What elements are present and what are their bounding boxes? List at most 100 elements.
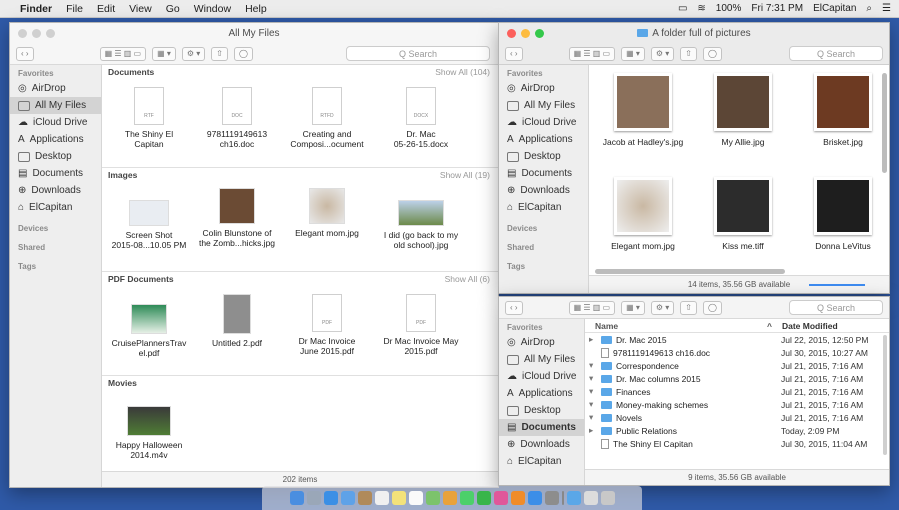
photo-item[interactable]: Brisket.jpg: [795, 73, 889, 147]
column-header-date-modified[interactable]: Date Modified: [782, 321, 838, 331]
back-forward-button[interactable]: ‹ ›: [505, 46, 523, 61]
zoom-button[interactable]: [46, 29, 55, 38]
disclosure-triangle-icon[interactable]: ▸: [589, 334, 597, 345]
menu-go[interactable]: Go: [166, 3, 180, 15]
column-header-name[interactable]: Name: [585, 321, 781, 331]
search-input[interactable]: Q Search: [346, 46, 490, 61]
itunes-icon[interactable]: [493, 491, 508, 505]
list-row[interactable]: ▾ Correspondence Jul 21, 2015, 7:16 AM: [585, 359, 889, 372]
menu-help[interactable]: Help: [245, 3, 267, 15]
vertical-scrollbar[interactable]: [883, 335, 887, 455]
sidebar-item-all-my-files[interactable]: All My Files: [499, 351, 584, 368]
menu-view[interactable]: View: [129, 3, 152, 15]
minimize-button[interactable]: [32, 29, 41, 38]
sidebar-item-elcapitan[interactable]: ⌂ ElCapitan: [499, 199, 588, 216]
trash-icon[interactable]: [600, 491, 615, 505]
sidebar-item-documents[interactable]: ▤ Documents: [10, 165, 101, 182]
action-button[interactable]: ⚙ ▾: [650, 46, 675, 61]
disclosure-triangle-icon[interactable]: ▾: [589, 412, 597, 423]
sidebar-item-all-my-files[interactable]: All My Files: [499, 97, 588, 114]
launchpad-icon[interactable]: [306, 491, 321, 505]
tags-button[interactable]: ◯: [703, 300, 722, 315]
file-item[interactable]: Untitled 2.pdf: [198, 294, 276, 348]
sidebar-item-airdrop[interactable]: ◎ AirDrop: [499, 80, 588, 97]
sidebar-item-elcapitan[interactable]: ⌂ ElCapitan: [10, 199, 101, 216]
file-item[interactable]: 9781119149613ch16.doc: [198, 87, 276, 149]
vertical-scrollbar[interactable]: [882, 73, 887, 173]
view-mode-buttons[interactable]: ▦ ☰ ▥ ▭: [568, 46, 616, 61]
photo-item[interactable]: Jacob at Hadley's.jpg: [595, 73, 691, 147]
contacts-icon[interactable]: [357, 491, 372, 505]
sidebar-item-elcapitan[interactable]: ⌂ ElCapitan: [499, 453, 584, 470]
photo-item[interactable]: Kiss me.tiff: [695, 177, 791, 251]
sidebar-item-all-my-files[interactable]: All My Files: [10, 97, 101, 114]
view-mode-buttons[interactable]: ▦ ☰ ▥ ▭: [99, 46, 147, 61]
menu-window[interactable]: Window: [194, 3, 231, 15]
disclosure-triangle-icon[interactable]: ▾: [589, 386, 597, 397]
notes-icon[interactable]: [391, 491, 406, 505]
calendar-icon[interactable]: [374, 491, 389, 505]
arrange-button[interactable]: ▦ ▾: [152, 46, 176, 61]
disclosure-triangle-icon[interactable]: ▾: [589, 373, 597, 384]
list-row[interactable]: ▾ Novels Jul 21, 2015, 7:16 AM: [585, 411, 889, 424]
close-button[interactable]: [507, 29, 516, 38]
file-item[interactable]: The Shiny ElCapitan: [110, 87, 188, 149]
sidebar-item-applications[interactable]: A Applications: [499, 385, 584, 402]
list-row[interactable]: The Shiny El Capitan Jul 30, 2015, 11:04 …: [585, 437, 889, 450]
search-input[interactable]: Q Search: [789, 46, 883, 61]
back-forward-button[interactable]: ‹ ›: [16, 46, 34, 61]
sidebar-item-applications[interactable]: A Applications: [499, 131, 588, 148]
window-titlebar[interactable]: A folder full of pictures: [499, 23, 889, 43]
sidebar-item-desktop[interactable]: Desktop: [10, 148, 101, 165]
battery-status[interactable]: 100%: [716, 3, 742, 14]
file-item[interactable]: Elegant mom.jpg: [288, 188, 366, 238]
menu-edit[interactable]: Edit: [97, 3, 115, 15]
menu-file[interactable]: File: [66, 3, 83, 15]
disclosure-triangle-icon[interactable]: ▸: [589, 425, 597, 436]
downloads-stack-icon[interactable]: [566, 491, 581, 505]
tags-button[interactable]: ◯: [703, 46, 722, 61]
sidebar-item-desktop[interactable]: Desktop: [499, 402, 584, 419]
list-row[interactable]: ▸ Public Relations Today, 2:09 PM: [585, 424, 889, 437]
reminders-icon[interactable]: [408, 491, 423, 505]
minimize-button[interactable]: [521, 29, 530, 38]
back-forward-button[interactable]: ‹ ›: [505, 300, 523, 315]
share-button[interactable]: ⇧: [211, 46, 228, 61]
disclosure-triangle-icon[interactable]: ▾: [589, 360, 597, 371]
list-row[interactable]: ▸ Dr. Mac 2015 Jul 22, 2015, 12:50 PM: [585, 333, 889, 346]
view-mode-buttons[interactable]: ▦ ☰ ▥ ▭: [568, 300, 616, 315]
list-row[interactable]: ▾ Finances Jul 21, 2015, 7:16 AM: [585, 385, 889, 398]
sidebar-item-icloud-drive[interactable]: ☁ iCloud Drive: [499, 368, 584, 385]
documents-stack-icon[interactable]: [583, 491, 598, 505]
arrange-button[interactable]: ▦ ▾: [621, 300, 645, 315]
maps-icon[interactable]: [425, 491, 440, 505]
sidebar-item-icloud-drive[interactable]: ☁ iCloud Drive: [499, 114, 588, 131]
ibooks-icon[interactable]: [510, 491, 525, 505]
file-item[interactable]: Dr Mac Invoice May2015.pdf: [382, 294, 460, 356]
system-preferences-icon[interactable]: [544, 491, 559, 505]
safari-icon[interactable]: [323, 491, 338, 505]
sidebar-item-downloads[interactable]: ⊕ Downloads: [499, 182, 588, 199]
spotlight-icon[interactable]: ⌕: [866, 3, 872, 14]
disclosure-triangle-icon[interactable]: ▾: [589, 399, 597, 410]
search-input[interactable]: Q Search: [789, 300, 883, 315]
file-item[interactable]: Dr. Mac05-26-15.docx: [382, 87, 460, 149]
file-item[interactable]: Screen Shot 2015-08...10.05 PM: [110, 200, 188, 250]
action-button[interactable]: ⚙ ▾: [181, 46, 206, 61]
show-all-link[interactable]: Show All (19): [440, 170, 490, 180]
messages-icon[interactable]: [459, 491, 474, 505]
sidebar-item-airdrop[interactable]: ◎ AirDrop: [499, 334, 584, 351]
share-button[interactable]: ⇧: [680, 300, 697, 315]
sidebar-item-desktop[interactable]: Desktop: [499, 148, 588, 165]
list-row[interactable]: 9781119149613 ch16.doc Jul 30, 2015, 10:2…: [585, 346, 889, 359]
wifi-icon[interactable]: ≋: [697, 3, 705, 14]
sidebar-item-downloads[interactable]: ⊕ Downloads: [499, 436, 584, 453]
window-titlebar[interactable]: All My Files: [10, 23, 498, 43]
user-name[interactable]: ElCapitan: [813, 3, 856, 14]
sidebar-item-documents[interactable]: ▤ Documents: [499, 419, 584, 436]
sidebar-item-downloads[interactable]: ⊕ Downloads: [10, 182, 101, 199]
zoom-button[interactable]: [535, 29, 544, 38]
list-row[interactable]: ▾ Money-making schemes Jul 21, 2015, 7:16 …: [585, 398, 889, 411]
horizontal-scrollbar[interactable]: [595, 269, 785, 274]
file-item[interactable]: Colin Blunstone of the Zomb...hicks.jpg: [198, 188, 276, 248]
